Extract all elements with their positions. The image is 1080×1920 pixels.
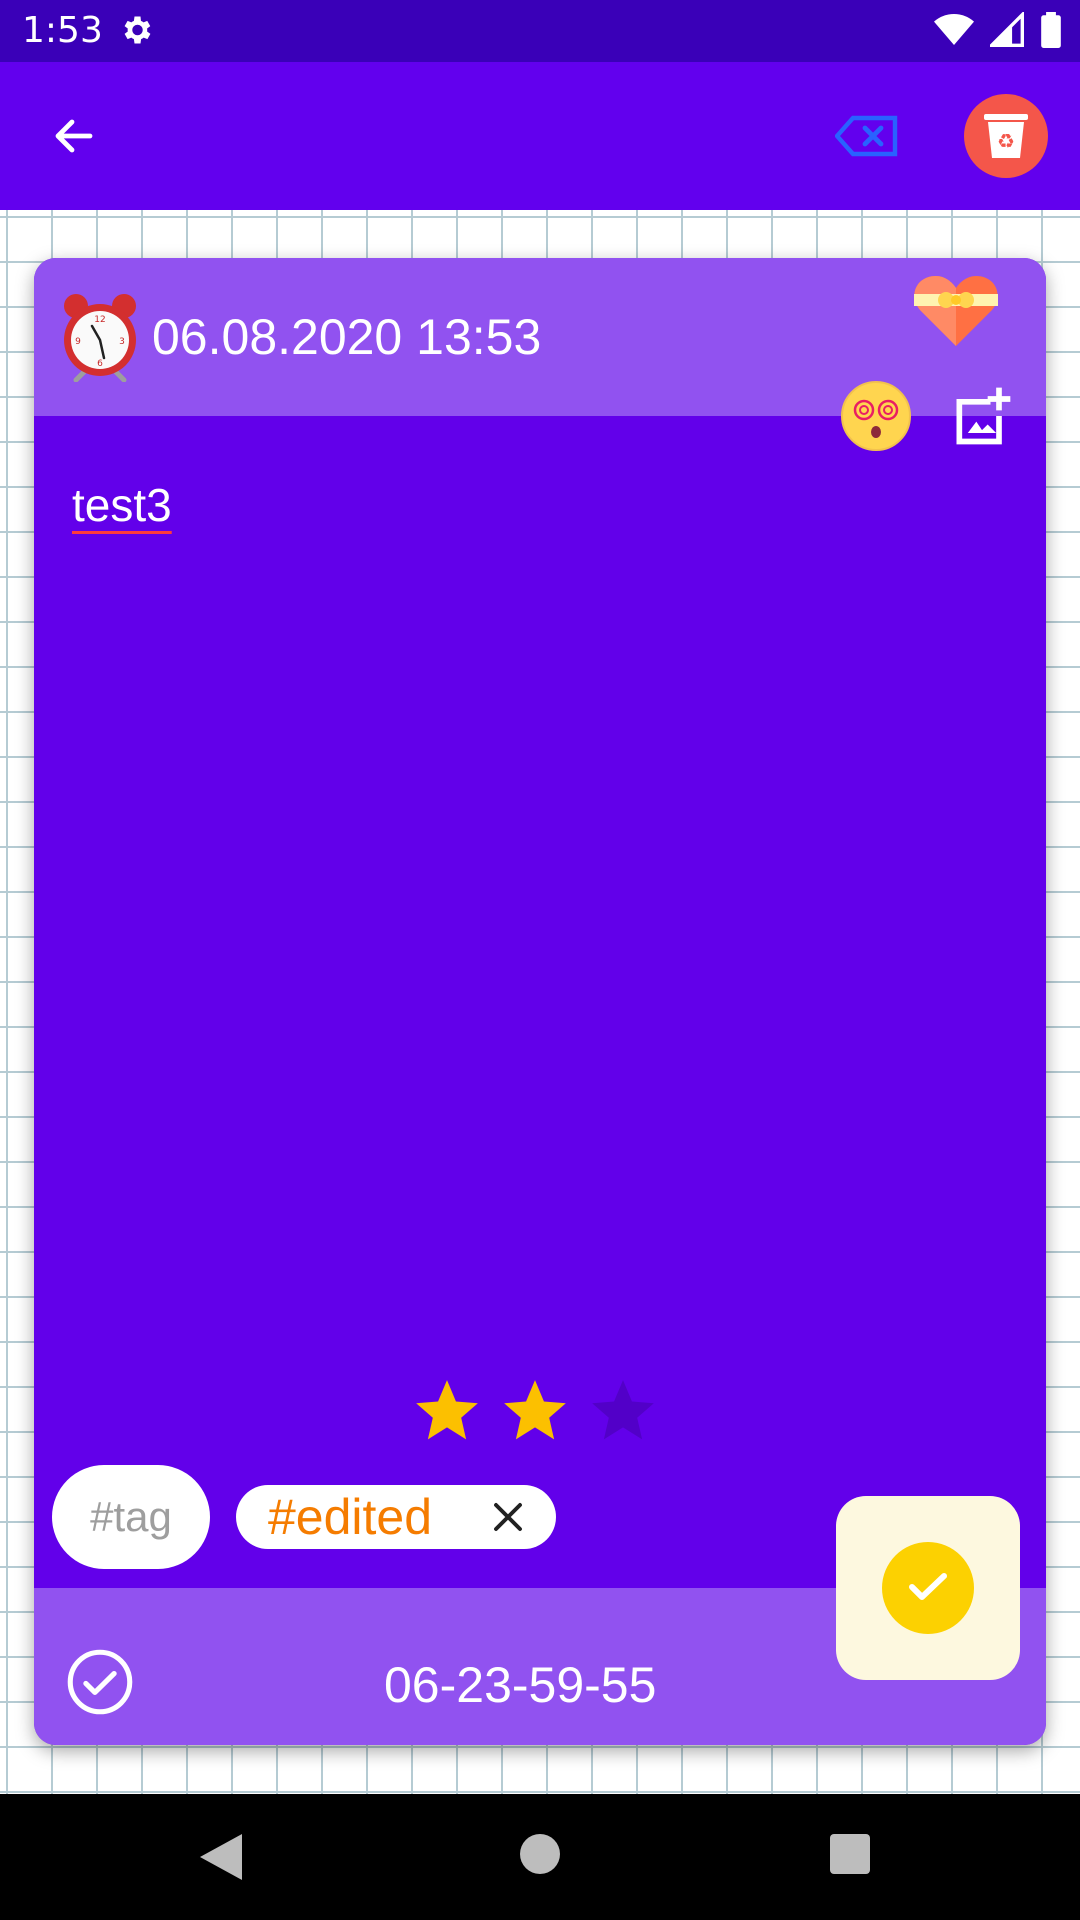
favorite-heart-icon[interactable]	[914, 274, 998, 350]
rating-stars[interactable]	[410, 1374, 660, 1448]
note-date-time[interactable]: 06.08.2020 13:53	[152, 308, 541, 366]
tag-chip-label: #edited	[268, 1489, 433, 1545]
navigation-bar	[0, 1794, 1080, 1920]
add-photo-icon[interactable]	[948, 382, 1016, 450]
check-circle-icon[interactable]	[66, 1648, 134, 1716]
signal-icon	[987, 10, 1024, 53]
nav-home-icon[interactable]	[520, 1834, 560, 1874]
nav-back-icon[interactable]	[200, 1834, 242, 1885]
clear-tags-button[interactable]	[832, 110, 904, 166]
delete-button[interactable]: ♻	[964, 94, 1048, 178]
note-code: 06-23-59-55	[384, 1657, 657, 1713]
note-body-text[interactable]: test3	[72, 478, 172, 532]
back-button[interactable]	[46, 110, 102, 166]
svg-text:9: 9	[75, 337, 81, 347]
status-time: 1:53	[22, 10, 103, 51]
status-icons	[934, 10, 1062, 53]
dizzy-face-emoji-icon[interactable]	[840, 380, 912, 452]
backspace-tag-icon	[834, 114, 901, 163]
card-header: 12 3 6 9 06.08.2020 13:53	[34, 258, 1046, 451]
confirm-button[interactable]	[882, 1542, 974, 1634]
star-2-icon[interactable]	[498, 1374, 572, 1448]
confirm-panel	[836, 1496, 1020, 1680]
star-1-icon[interactable]	[410, 1374, 484, 1448]
svg-text:3: 3	[119, 337, 125, 347]
tag-input[interactable]: #tag	[52, 1465, 210, 1569]
svg-text:6: 6	[97, 359, 103, 369]
svg-text:♻: ♻	[997, 129, 1015, 153]
battery-icon	[1040, 12, 1062, 53]
recycle-bin-icon: ♻	[984, 110, 1028, 163]
tag-chip[interactable]: #edited	[236, 1485, 556, 1549]
arrow-back-icon	[50, 112, 98, 165]
wifi-icon	[934, 12, 974, 53]
close-icon[interactable]	[490, 1499, 526, 1535]
nav-recents-icon[interactable]	[830, 1834, 870, 1874]
app-bar: ♻	[0, 62, 1080, 210]
status-bar: 1:53	[0, 0, 1080, 62]
star-3-icon[interactable]	[586, 1374, 660, 1448]
checkmark-icon	[904, 1562, 952, 1615]
svg-text:12: 12	[94, 315, 105, 325]
settings-icon	[118, 12, 154, 53]
alarm-clock-icon[interactable]: 12 3 6 9	[58, 292, 142, 383]
